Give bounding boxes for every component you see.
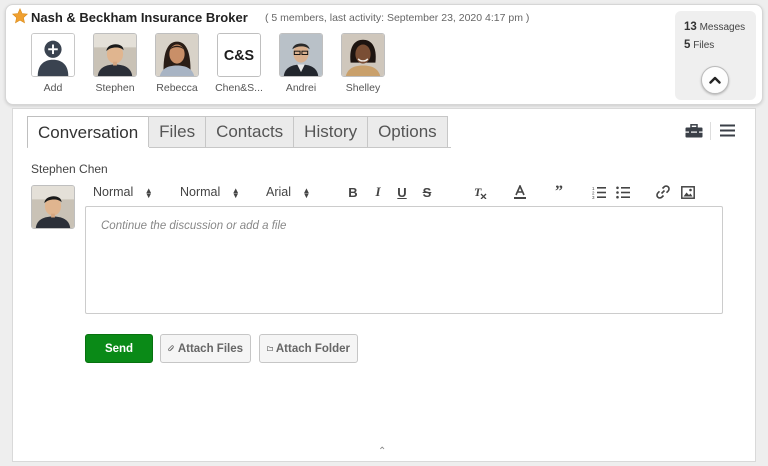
clear-format-icon: T [474,185,487,199]
strike-button[interactable]: S [418,183,436,201]
group-header-card: Nash & Beckham Insurance Broker ( 5 memb… [5,4,763,105]
member-name: Add [43,82,63,94]
svg-text:T: T [474,185,482,199]
member-name: Shelley [345,82,381,94]
menu-icon[interactable] [720,124,735,137]
files-label: Files [693,40,715,51]
italic-button[interactable]: I [369,183,387,201]
size-select-value: Normal [180,185,221,199]
editor-toolbar: Normal ▲ ▼ Normal ▲ ▼ Arial ▲ ▼ B I U S T [85,183,725,203]
member-shelley[interactable]: Shelley [332,33,394,94]
member-name: Chen&S... [215,82,263,94]
message-editor[interactable]: Continue the discussion or add a file [85,206,723,314]
strikethrough-icon: S [422,184,432,200]
font-select-value: Arial [266,185,292,199]
attach-folder-label: Attach Folder [275,342,350,355]
company-logo: C&S [217,33,261,77]
attach-folder-button[interactable]: Attach Folder [259,334,358,363]
caret-up-icon[interactable]: ⌃ [378,446,386,457]
member-name: Andrei [285,82,317,94]
select-arrows-icon: ▲ ▼ [144,185,153,200]
add-person-icon [31,33,75,77]
messages-stat: 13 Messages [684,21,745,33]
italic-icon: I [375,184,381,199]
member-stephen[interactable]: Stephen [84,33,146,94]
blockquote-button[interactable]: ” [550,183,568,201]
files-stat: 5 Files [684,39,714,51]
add-member-button[interactable]: Add [22,33,84,94]
active-tab-gap [28,147,149,148]
bold-icon: B [348,184,358,200]
files-count: 5 [684,39,691,51]
composer-author-name: Stephen Chen [31,162,108,176]
avatar [155,33,199,77]
messages-count: 13 [684,21,697,33]
attach-files-label: Attach Files [177,342,243,355]
send-button[interactable]: Send [85,334,153,363]
stats-box: 13 Messages 5 Files [675,11,756,100]
conversation-panel: Conversation Files Contacts History Opti… [12,108,756,462]
star-icon[interactable] [12,8,28,24]
avatar [31,185,75,229]
group-meta: ( 5 members, last activity: September 23… [265,12,530,24]
text-color-button[interactable] [511,183,529,201]
member-andrei[interactable]: Andrei [270,33,332,94]
member-chen-and-s[interactable]: C&S Chen&S... [208,33,270,94]
avatar [279,33,323,77]
link-icon [656,185,670,199]
select-arrows-icon: ▲ ▼ [302,185,311,200]
group-name: Nash & Beckham Insurance Broker [31,10,248,25]
ordered-list-icon: 1 2 3 [592,186,606,199]
quote-icon: ” [555,183,563,200]
underline-icon: U [397,184,407,200]
avatar [341,33,385,77]
avatar [93,33,137,77]
link-button[interactable] [654,183,672,201]
svg-text:3: 3 [592,195,595,199]
bullet-list-button[interactable] [614,183,632,201]
member-name: Rebecca [156,82,198,94]
size-select[interactable]: Normal ▲ ▼ [180,185,240,199]
messages-label: Messages [699,22,746,33]
clear-format-button[interactable]: T [471,183,489,201]
font-select[interactable]: Arial ▲ ▼ [266,185,310,199]
editor-placeholder: Continue the discussion or add a file [101,220,287,232]
member-rebecca[interactable]: Rebecca [146,33,208,94]
ordered-list-button[interactable]: 1 2 3 [590,183,608,201]
bullet-list-icon [616,186,630,198]
header-select-value: Normal [93,185,134,199]
toolbox-icon[interactable] [685,124,703,138]
tab-options[interactable]: Options [367,116,448,147]
text-color-icon [514,185,526,199]
tab-files[interactable]: Files [148,116,207,147]
paperclip-icon [168,345,174,352]
select-arrows-icon: ▲ ▼ [231,185,240,200]
attach-files-button[interactable]: Attach Files [160,334,251,363]
image-icon [681,185,695,199]
tab-bar: Conversation Files Contacts History Opti… [27,116,448,148]
chevron-up-icon [709,76,721,84]
folder-icon [267,346,273,351]
member-name: Stephen [95,82,135,94]
collapse-header-button[interactable] [701,66,729,94]
underline-button[interactable]: U [393,183,411,201]
toolbar-divider [710,122,711,140]
company-logo-text: C&S [224,48,254,64]
tab-history[interactable]: History [293,116,369,147]
tab-contacts[interactable]: Contacts [205,116,295,147]
tab-conversation[interactable]: Conversation [27,116,150,148]
header-select[interactable]: Normal ▲ ▼ [93,185,153,199]
bold-button[interactable]: B [344,183,362,201]
image-button[interactable] [679,183,697,201]
